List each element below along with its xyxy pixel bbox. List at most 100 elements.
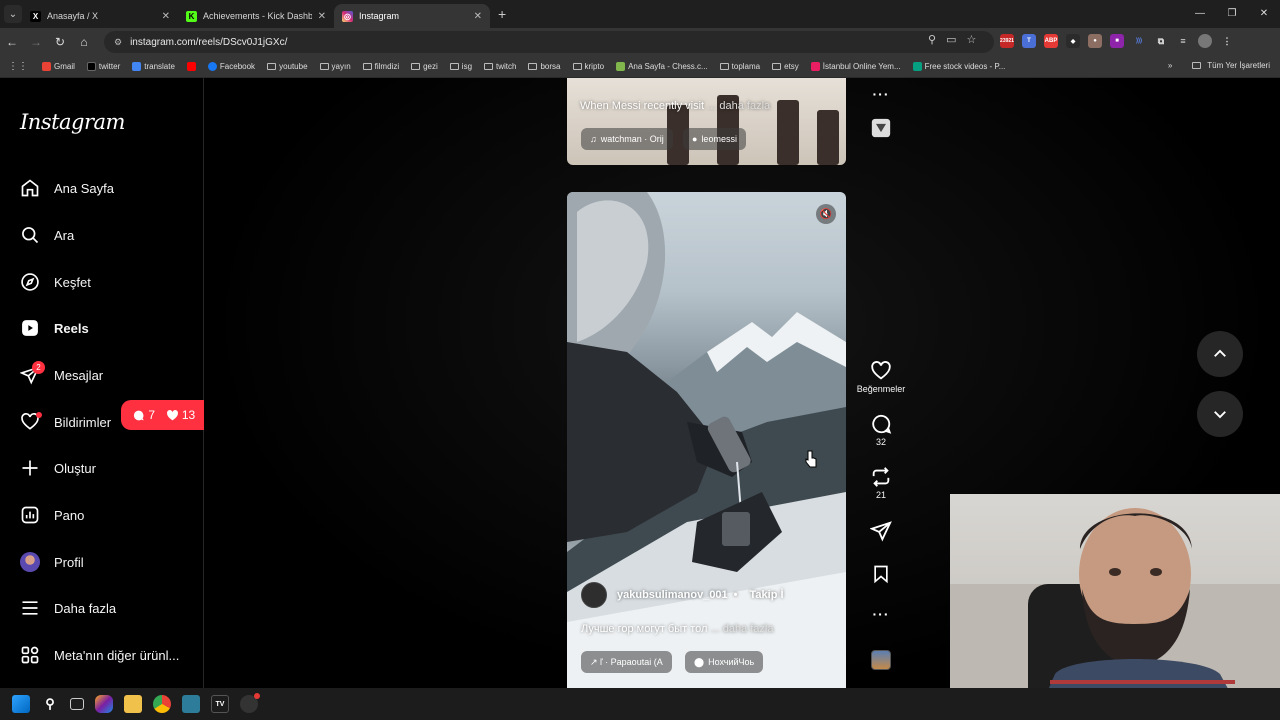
reload-button[interactable]: ↻ bbox=[48, 35, 72, 49]
chevron-right-icon[interactable]: » bbox=[1168, 61, 1172, 70]
close-icon[interactable]: ✕ bbox=[474, 11, 482, 22]
audio-thumbnail[interactable] bbox=[871, 650, 891, 670]
sidebar-item-create[interactable]: Oluştur bbox=[20, 456, 96, 480]
follow-button[interactable]: Takip İ bbox=[750, 589, 784, 601]
sidebar-item-more[interactable]: Daha fazla bbox=[20, 596, 116, 620]
sidebar-item-home[interactable]: Ana Sayfa bbox=[20, 176, 114, 200]
bookmark-folder-yayin[interactable]: yayın bbox=[319, 62, 351, 71]
like-heart-icon[interactable] bbox=[870, 360, 892, 382]
bookmark-folder-kripto[interactable]: kripto bbox=[572, 62, 604, 71]
diamond-extension-icon[interactable]: ◆ bbox=[1066, 34, 1080, 48]
media-control-icon[interactable]: ≡ bbox=[1176, 34, 1190, 48]
adblock-extension-icon[interactable]: ABP bbox=[1044, 34, 1058, 48]
app-icon[interactable] bbox=[182, 695, 200, 713]
reel-current[interactable]: 🔇 yakubsulimanov_001 • Takip İ Лучше гор… bbox=[567, 192, 846, 688]
copilot-icon[interactable] bbox=[95, 695, 113, 713]
bookmark-folder-twitch[interactable]: twitch bbox=[484, 62, 516, 71]
sidebar-item-dashboard[interactable]: Pano bbox=[20, 503, 84, 527]
bookmark-folder-youtube[interactable]: youtube bbox=[267, 62, 308, 71]
folder-icon bbox=[528, 63, 538, 70]
bookmark-translate[interactable]: translate bbox=[132, 62, 175, 71]
author-username[interactable]: yakubsulimanov_001 bbox=[617, 589, 728, 601]
bookmark-folder-borsa[interactable]: borsa bbox=[528, 62, 561, 71]
bookmark-folder-etsy[interactable]: etsy bbox=[772, 62, 799, 71]
instagram-logo[interactable]: Instagram bbox=[20, 110, 125, 134]
bookmark-folder-filmdizi[interactable]: filmdizi bbox=[362, 62, 399, 71]
windows-start-icon[interactable] bbox=[12, 695, 30, 713]
audio-chip[interactable]: ♫ watchman · Orij bbox=[581, 128, 673, 150]
bookmark-istanbul[interactable]: İstanbul Online Yem... bbox=[810, 62, 901, 71]
avatar[interactable] bbox=[581, 582, 607, 608]
audio-extension-icon[interactable]: ))) bbox=[1132, 34, 1146, 48]
sidebar-item-search[interactable]: Ara bbox=[20, 223, 74, 247]
task-view-icon[interactable] bbox=[70, 698, 84, 710]
more-options-icon[interactable]: ··· bbox=[873, 606, 890, 622]
tab-kick[interactable]: K Achievements - Kick Dashboard ✕ bbox=[178, 4, 334, 28]
cookie-extension-icon[interactable]: ● bbox=[1088, 34, 1102, 48]
more-link[interactable]: ... daha fazla bbox=[711, 623, 774, 635]
bookmark-youtube-play[interactable] bbox=[186, 62, 196, 71]
likes-label[interactable]: Beğenmeler bbox=[857, 384, 906, 394]
sidebar-item-explore[interactable]: Keşfet bbox=[20, 270, 91, 294]
sidebar-item-meta[interactable]: Meta'nın diğer ürünl... bbox=[20, 643, 179, 667]
bookmark-chess[interactable]: Ana Sayfa - Chess.c... bbox=[616, 62, 708, 71]
reel-previous[interactable]: When Messi recently visit ... daha fazla… bbox=[567, 78, 846, 165]
next-reel-button[interactable] bbox=[1197, 391, 1243, 437]
profile-avatar-icon[interactable] bbox=[1198, 34, 1212, 48]
bookmark-folder-isg[interactable]: isg bbox=[449, 62, 472, 71]
home-button[interactable]: ⌂ bbox=[72, 35, 96, 49]
repost-icon[interactable] bbox=[870, 466, 892, 488]
zoom-icon[interactable]: ⚲ bbox=[928, 33, 936, 46]
search-icon[interactable]: ⚲ bbox=[41, 695, 59, 713]
minimize-button[interactable]: — bbox=[1184, 0, 1216, 28]
site-info-icon[interactable]: ⚙ bbox=[114, 37, 122, 48]
sidebar-item-profile[interactable]: Profil bbox=[20, 550, 84, 574]
tab-search-button[interactable]: ⌄ bbox=[4, 5, 22, 23]
address-bar[interactable]: ⚙ instagram.com/reels/DScv0J1jGXc/ bbox=[104, 31, 994, 53]
close-icon[interactable]: ✕ bbox=[318, 11, 326, 22]
more-link[interactable]: ... daha fazla bbox=[707, 100, 770, 112]
save-action bbox=[854, 563, 908, 585]
tab-instagram[interactable]: ◎ Instagram ✕ bbox=[334, 4, 490, 28]
bookmark-twitter[interactable]: twitter bbox=[86, 62, 120, 71]
puzzle-extensions-icon[interactable]: ⧉ bbox=[1154, 34, 1168, 48]
mute-button[interactable]: 🔇 bbox=[816, 204, 836, 224]
bookmark-star-icon[interactable]: ☆ bbox=[966, 33, 976, 46]
kebab-menu-icon[interactable]: ⋮ bbox=[1220, 34, 1234, 48]
restore-button[interactable]: ❐ bbox=[1216, 0, 1248, 28]
comment-icon[interactable] bbox=[870, 413, 892, 435]
bookmark-gmail[interactable]: Gmail bbox=[42, 62, 75, 71]
translate-extension-icon[interactable]: T bbox=[1022, 34, 1036, 48]
bookmark-pexels[interactable]: Free stock videos - P... bbox=[912, 62, 1005, 71]
share-paper-plane-icon[interactable] bbox=[870, 520, 892, 542]
extension-badge-icon[interactable]: 23921 bbox=[1000, 34, 1014, 48]
purple-extension-icon[interactable]: ■ bbox=[1110, 34, 1124, 48]
audio-chip[interactable]: ↗ ľ · Papaoutai (A bbox=[581, 651, 672, 673]
bookmark-facebook[interactable]: Facebook bbox=[207, 62, 255, 71]
more-options-icon[interactable]: ··· bbox=[873, 86, 890, 102]
forward-button[interactable]: → bbox=[24, 35, 48, 49]
sidebar-item-reels[interactable]: Reels bbox=[20, 316, 89, 340]
close-icon[interactable]: ✕ bbox=[162, 11, 170, 22]
obs-icon[interactable] bbox=[240, 693, 260, 713]
cast-icon[interactable]: ▭ bbox=[946, 33, 956, 46]
back-button[interactable]: ← bbox=[0, 35, 24, 49]
bookmark-folder-toplama[interactable]: toplama bbox=[719, 62, 760, 71]
new-tab-button[interactable]: + bbox=[498, 6, 506, 22]
previous-reel-button[interactable] bbox=[1197, 331, 1243, 377]
file-explorer-icon[interactable] bbox=[124, 695, 142, 713]
tagged-user-chip[interactable]: ● leomessi bbox=[683, 128, 746, 150]
tradingview-icon[interactable]: TV bbox=[211, 695, 229, 713]
tab-x[interactable]: X Anasayfa / X ✕ bbox=[22, 4, 178, 28]
apps-icon[interactable]: ⋮⋮ bbox=[8, 61, 28, 72]
audio-thumbnail-icon[interactable] bbox=[871, 118, 891, 138]
location-chip[interactable]: ⬤ НохчийЧоь bbox=[685, 651, 764, 673]
sidebar-item-notifications[interactable]: Bildirimler bbox=[20, 410, 111, 434]
chrome-icon[interactable] bbox=[153, 695, 171, 713]
all-bookmarks-label[interactable]: Tüm Yer İşaretleri bbox=[1207, 61, 1270, 70]
comment-icon bbox=[134, 410, 145, 420]
sidebar-item-messages[interactable]: 2 Mesajlar bbox=[19, 361, 103, 387]
close-window-button[interactable]: ✕ bbox=[1248, 0, 1280, 28]
bookmark-icon[interactable] bbox=[871, 563, 891, 585]
bookmark-folder-gezi[interactable]: gezi bbox=[411, 62, 438, 71]
